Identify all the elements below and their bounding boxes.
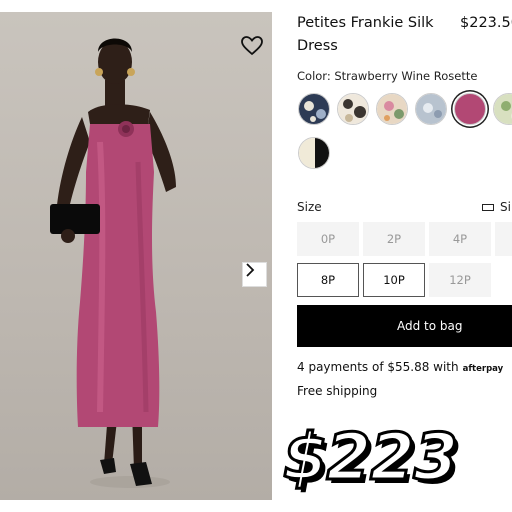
size-guide-link[interactable]: Si (482, 200, 511, 214)
size-option-2p[interactable]: 2P (363, 222, 425, 256)
installment-text: 4 payments of $55.88 with (297, 360, 459, 374)
color-label: Color: Strawberry Wine Rosette (297, 69, 478, 83)
swatch-black-cream-floral[interactable] (337, 93, 369, 125)
installment-info: 4 payments of $55.88 with afterpay (297, 360, 503, 374)
shipping-info: Free shipping (297, 384, 378, 398)
swatch-black-cream-split[interactable] (298, 137, 330, 169)
swatch-strawberry-wine-rosette[interactable] (454, 93, 486, 125)
size-option-10p[interactable]: 10P (363, 263, 425, 297)
size-options: 0P 2P 4P 8P 10P 12P (297, 222, 512, 302)
add-to-bag-label: Add to bag (397, 319, 463, 333)
size-option-8p[interactable]: 8P (297, 263, 359, 297)
swatch-cream-pink-floral[interactable] (376, 93, 408, 125)
size-label: Size (297, 200, 322, 214)
size-option-0p[interactable]: 0P (297, 222, 359, 256)
product-image[interactable] (0, 12, 272, 500)
swatch-blue-toile[interactable] (415, 93, 447, 125)
size-option-4p[interactable]: 4P (429, 222, 491, 256)
swatch-navy-floral[interactable] (298, 93, 330, 125)
heart-icon[interactable] (240, 34, 264, 58)
next-image-button[interactable] (242, 262, 267, 287)
size-option-overflow (495, 222, 512, 256)
chevron-right-icon (246, 263, 255, 277)
swatch-green-floral[interactable] (493, 93, 512, 125)
add-to-bag-button[interactable]: Add to bag (297, 305, 512, 347)
size-guide-label: Si (500, 200, 511, 214)
ruler-icon (482, 203, 494, 211)
size-option-12p[interactable]: 12P (429, 263, 491, 297)
model-illustration (50, 38, 176, 488)
afterpay-logo[interactable]: afterpay (463, 364, 504, 374)
overlay-price: $223 (281, 420, 459, 497)
product-title: Petites Frankie Silk Dress (297, 15, 434, 54)
product-price: $223.50 (460, 15, 512, 31)
